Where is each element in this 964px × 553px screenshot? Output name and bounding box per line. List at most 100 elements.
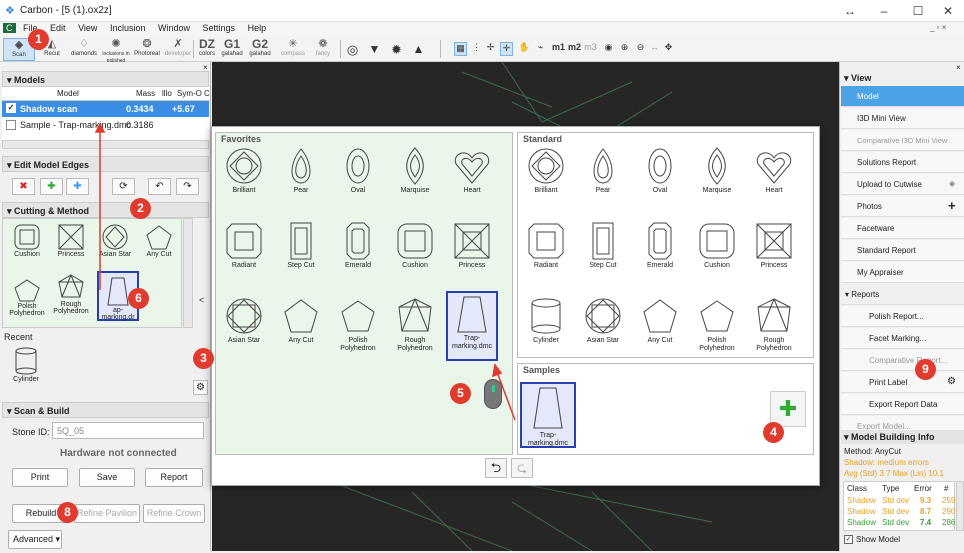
standard-rough-polyhedron[interactable]: Rough Polyhedron bbox=[748, 295, 800, 353]
recent-cylinder[interactable]: Cylinder bbox=[6, 344, 46, 394]
report-print-label[interactable]: Print Label ⚙ bbox=[841, 372, 964, 393]
standard-princess[interactable]: Princess bbox=[748, 220, 800, 270]
forward-arrow-icon[interactable]: ⮎ bbox=[511, 458, 533, 478]
edit-edges-header[interactable]: ▾ Edit Model Edges bbox=[2, 156, 209, 172]
pan-icon[interactable]: ✛ bbox=[500, 42, 513, 56]
view-item-upload-cutwise[interactable]: Upload to Cutwise ◆ bbox=[841, 174, 964, 195]
side-view-icon[interactable]: ▲ bbox=[412, 42, 425, 56]
report-export-data[interactable]: Export Report Data bbox=[841, 394, 964, 415]
stone-id-field[interactable]: 5Q_05 bbox=[52, 422, 204, 439]
add-point-button[interactable]: ✚ bbox=[66, 178, 89, 195]
standard-polish-polyhedron[interactable]: Polish Polyhedron bbox=[691, 295, 743, 353]
cut-rough-polyhedron[interactable]: Rough Polyhedron bbox=[51, 271, 91, 319]
collapse-arrow-icon[interactable]: < bbox=[199, 295, 204, 305]
view-item-facetware[interactable]: Facetware bbox=[841, 218, 964, 239]
view-item-comparative-i3d[interactable]: Comparative I3D Mini View bbox=[841, 130, 964, 151]
vertical-scrollbar[interactable] bbox=[183, 218, 193, 328]
favorite-pear[interactable]: Pear bbox=[275, 145, 327, 195]
favorite-radiant[interactable]: Radiant bbox=[218, 220, 270, 270]
mbi-scrollbar[interactable] bbox=[956, 481, 964, 531]
m2-button[interactable]: m2 bbox=[568, 42, 581, 56]
favorite-polish-polyhedron[interactable]: Polish Polyhedron bbox=[332, 295, 384, 353]
model-building-info-header[interactable]: ▾ Model Building Info bbox=[841, 430, 964, 444]
center-icon[interactable]: ✥ bbox=[662, 42, 675, 56]
favorite-cushion[interactable]: Cushion bbox=[389, 220, 441, 270]
favorite-rough-polyhedron[interactable]: Rough Polyhedron bbox=[389, 295, 441, 353]
menu-inclusion[interactable]: Inclusion bbox=[105, 22, 151, 34]
close-button[interactable]: ✕ bbox=[934, 2, 962, 20]
zoom-out-icon[interactable]: ⊖ bbox=[634, 42, 647, 56]
table-view-icon[interactable]: ✹ bbox=[390, 42, 403, 57]
report-button[interactable]: Report bbox=[145, 468, 203, 487]
report-comparative[interactable]: Comparative Report... bbox=[841, 350, 964, 371]
favorite-any-cut[interactable]: Any Cut bbox=[275, 295, 327, 345]
view-item-solutions-report[interactable]: Solutions Report bbox=[841, 152, 964, 173]
report-polish[interactable]: Polish Report... bbox=[841, 306, 964, 327]
favorite-marquise[interactable]: Marquise bbox=[389, 145, 441, 195]
menu-help[interactable]: Help bbox=[243, 22, 272, 34]
m1-button[interactable]: m1 bbox=[552, 42, 565, 56]
inclusions-tool-button[interactable]: ✺ inclusions in polished bbox=[101, 38, 131, 64]
crown-view-icon[interactable]: ▼ bbox=[368, 42, 381, 56]
standard-cushion[interactable]: Cushion bbox=[691, 220, 743, 270]
favorite-oval[interactable]: Oval bbox=[332, 145, 384, 195]
g2-galahad-button[interactable]: G2 galahad bbox=[248, 38, 272, 61]
reports-header[interactable]: ▾ Reports bbox=[841, 284, 964, 305]
standard-pear[interactable]: Pear bbox=[577, 145, 629, 195]
measure-icon[interactable]: ⌁ bbox=[534, 42, 547, 56]
standard-brilliant[interactable]: Brilliant bbox=[520, 145, 572, 195]
favorite-emerald[interactable]: Emerald bbox=[332, 220, 384, 270]
standard-emerald[interactable]: Emerald bbox=[634, 220, 686, 270]
standard-any-cut[interactable]: Any Cut bbox=[634, 295, 686, 345]
models-header[interactable]: ▾ Models bbox=[2, 71, 209, 87]
zoom-in-icon[interactable]: ⊕ bbox=[618, 42, 631, 56]
refine-pavilion-button[interactable]: Refine Pavilion bbox=[74, 504, 140, 523]
standard-asian-star[interactable]: Asian Star bbox=[577, 295, 629, 345]
cutting-method-header[interactable]: ▾ Cutting & Method bbox=[2, 202, 209, 218]
show-model-checkbox[interactable]: ✓ bbox=[844, 535, 853, 544]
favorite-heart[interactable]: Heart bbox=[446, 145, 498, 195]
table-row[interactable]: Sample - Trap-marking.dmc 0.3186 bbox=[2, 117, 209, 133]
standard-heart[interactable]: Heart bbox=[748, 145, 800, 195]
favorite-princess[interactable]: Princess bbox=[446, 220, 498, 270]
document-icon[interactable]: C bbox=[3, 23, 16, 33]
sample-trap-marking[interactable]: Trap-marking.dmc bbox=[520, 382, 576, 448]
cut-asian-star[interactable]: Asian Star bbox=[95, 221, 135, 269]
mdi-controls[interactable]: _ ▫ × bbox=[925, 22, 951, 33]
view-item-i3d-mini[interactable]: I3D Mini View bbox=[841, 108, 964, 129]
checkbox-unchecked[interactable] bbox=[6, 120, 16, 130]
advanced-dropdown[interactable]: Advanced ▾ bbox=[8, 530, 62, 549]
eye-icon[interactable]: ◉ bbox=[602, 42, 615, 56]
fit-icon[interactable]: ↔ bbox=[648, 42, 661, 56]
view-item-photos[interactable]: Photos + bbox=[841, 196, 964, 217]
developer-tool-button[interactable]: ✗ developer bbox=[163, 38, 193, 61]
scan-build-header[interactable]: ▾ Scan & Build bbox=[2, 402, 209, 418]
add-edge-button[interactable]: ✚ bbox=[40, 178, 63, 195]
standard-step-cut[interactable]: Step Cut bbox=[577, 220, 629, 270]
cut-polish-polyhedron[interactable]: Polish Polyhedron bbox=[7, 275, 47, 323]
menu-window[interactable]: Window bbox=[153, 22, 195, 34]
refresh-button[interactable]: ⟳ bbox=[112, 178, 135, 195]
fancy-button[interactable]: ❁ fancy bbox=[310, 38, 336, 61]
favorite-step-cut[interactable]: Step Cut bbox=[275, 220, 327, 270]
round-view-icon[interactable]: ◎ bbox=[346, 42, 359, 57]
menu-edit[interactable]: Edit bbox=[45, 22, 71, 34]
menu-view[interactable]: View bbox=[73, 22, 102, 34]
view-item-standard-report[interactable]: Standard Report bbox=[841, 240, 964, 261]
checkbox-checked[interactable]: ✓ bbox=[6, 103, 16, 113]
save-button[interactable]: Save bbox=[79, 468, 135, 487]
favorite-trap-marking-dmc[interactable]: Trap-marking.dmc bbox=[446, 291, 498, 361]
undo-button[interactable]: ↶ bbox=[148, 178, 171, 195]
redo-button[interactable]: ↷ bbox=[176, 178, 199, 195]
restore-arrows-icon[interactable]: ↔ bbox=[836, 2, 864, 20]
maximize-button[interactable]: ☐ bbox=[904, 2, 932, 20]
back-arrow-icon[interactable]: ⮌ bbox=[485, 458, 507, 478]
print-button[interactable]: Print bbox=[12, 468, 68, 487]
standard-radiant[interactable]: Radiant bbox=[520, 220, 572, 270]
favorite-asian-star[interactable]: Asian Star bbox=[218, 295, 270, 345]
minimize-button[interactable]: – bbox=[870, 2, 898, 20]
dz-colors-button[interactable]: DZ colors bbox=[196, 38, 218, 61]
g1-galahad-button[interactable]: G1 galahad bbox=[220, 38, 244, 61]
favorite-brilliant[interactable]: Brilliant bbox=[218, 145, 270, 195]
grid-toggle-icon[interactable]: ▦ bbox=[454, 42, 467, 56]
